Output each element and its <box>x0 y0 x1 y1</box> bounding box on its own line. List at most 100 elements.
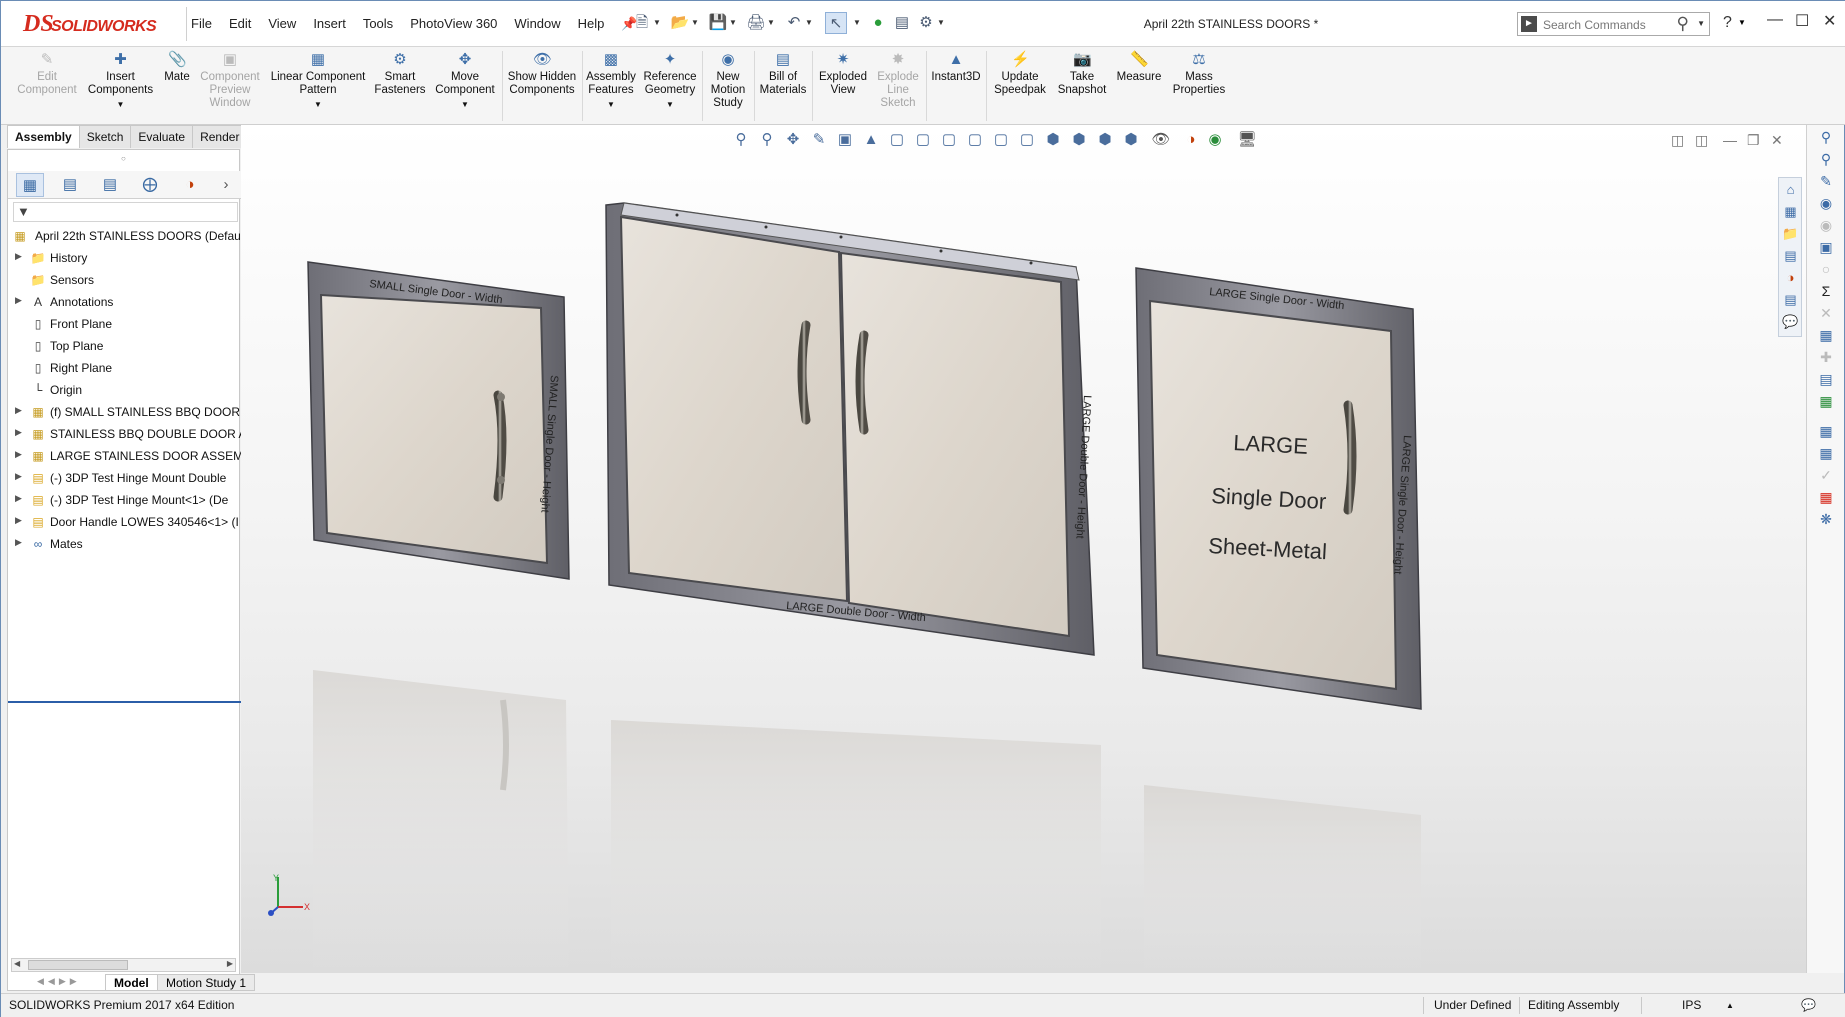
new-document-icon[interactable]: 🗎 <box>631 12 653 34</box>
menu-insert[interactable]: Insert <box>313 16 346 31</box>
tree-item[interactable]: ▶ 📁 History <box>8 247 241 269</box>
expand-arrow-icon[interactable]: ▶ <box>15 295 22 306</box>
update-speedpak-button[interactable]: ⚡ Update Speedpak <box>988 51 1052 97</box>
menu-view[interactable]: View <box>268 16 296 31</box>
expand-arrow-icon[interactable]: ▶ <box>15 251 22 262</box>
tab-assembly[interactable]: Assembly <box>7 125 80 148</box>
tree-item[interactable]: ▶ ▦ (f) SMALL STAINLESS BBQ DOOR A <box>8 401 241 423</box>
tab-evaluate[interactable]: Evaluate <box>130 125 194 148</box>
forum-icon[interactable]: 💬 <box>1781 312 1800 331</box>
small-single-door-model[interactable]: SMALL Single Door - Width SMALL Single D… <box>307 261 570 580</box>
dropdown-arrow-icon[interactable]: ▼ <box>83 98 158 111</box>
assembly-features-button[interactable]: ▩ Assembly Features ▼ <box>584 51 638 111</box>
tree-filter[interactable]: ▼ <box>13 202 238 222</box>
tool-12-icon[interactable]: ▤ <box>1816 369 1836 389</box>
more-tabs-chevron-icon[interactable]: › <box>212 173 240 197</box>
reference-geometry-button[interactable]: ✦ Reference Geometry ▼ <box>640 51 700 111</box>
display-manager-tab-icon[interactable]: ◑ <box>176 173 204 197</box>
show-hidden-components-button[interactable]: 👁 Show Hidden Components <box>504 51 580 97</box>
search-dropdown-icon[interactable]: ▼ <box>1697 19 1705 28</box>
appearances-icon[interactable]: ◑ <box>1781 268 1800 287</box>
tool-17-icon[interactable]: ▦ <box>1816 487 1836 507</box>
search-magnifier-icon[interactable]: ⚲ <box>1677 14 1689 34</box>
open-dropdown-icon[interactable]: ▼ <box>691 18 699 27</box>
help-button[interactable]: ? <box>1723 14 1732 32</box>
expand-arrow-icon[interactable]: ▶ <box>15 427 22 438</box>
select-dropdown-icon[interactable]: ▼ <box>853 18 861 27</box>
design-library-icon[interactable]: ▦ <box>1781 202 1800 221</box>
tool-2-icon[interactable]: ⚲ <box>1816 149 1836 169</box>
linear-pattern-button[interactable]: ▦ Linear Component Pattern ▼ <box>266 51 370 111</box>
select-arrow-icon[interactable]: ↖ <box>825 12 847 34</box>
edit-component-button[interactable]: ✎ Edit Component <box>11 51 83 97</box>
graphics-area[interactable]: ⚲ ⚲ ✥ ✎ ▣ ▲ ▢ ▢ ▢ ▢ ▢ ▢ ⬢ ⬢ ⬢ ⬢ 👁 ◑ ◉ 🖥 … <box>241 125 1806 973</box>
menu-tools[interactable]: Tools <box>363 16 393 31</box>
tree-item[interactable]: ▯ Front Plane <box>8 313 241 335</box>
maximize-icon[interactable]: ☐ <box>1795 11 1809 31</box>
search-commands-box[interactable]: ► Search Commands ⚲ ▼ <box>1517 12 1710 36</box>
dimxpert-manager-tab-icon[interactable]: ⨁ <box>136 173 164 197</box>
tree-item[interactable]: ▯ Top Plane <box>8 335 241 357</box>
view-palette-icon[interactable]: ▤ <box>1781 246 1800 265</box>
expand-arrow-icon[interactable]: ▶ <box>15 537 22 548</box>
bill-of-materials-button[interactable]: ▤ Bill of Materials <box>756 51 810 97</box>
mass-properties-button[interactable]: ⚖ Mass Properties <box>1166 51 1232 97</box>
configuration-manager-tab-icon[interactable]: ▤ <box>96 173 124 197</box>
options-dropdown-icon[interactable]: ▼ <box>937 18 945 27</box>
dropdown-arrow-icon[interactable]: ▼ <box>640 98 700 111</box>
explode-line-sketch-button[interactable]: ✸ Explode Line Sketch <box>872 51 924 110</box>
filter-funnel-icon[interactable]: ▼ <box>17 204 30 219</box>
dropdown-arrow-icon[interactable]: ▼ <box>584 98 638 111</box>
tool-13-icon[interactable]: ▦ <box>1816 391 1836 411</box>
open-folder-icon[interactable]: 📂 <box>669 12 691 34</box>
tool-14-icon[interactable]: ▦ <box>1816 421 1836 441</box>
exploded-view-button[interactable]: ✷ Exploded View <box>814 51 872 97</box>
scroll-left-icon[interactable]: ◀ <box>14 959 20 968</box>
custom-properties-icon[interactable]: ▤ <box>1781 290 1800 309</box>
tree-item[interactable]: ▶ A Annotations <box>8 291 241 313</box>
tree-item[interactable]: ▶ ▦ LARGE STAINLESS DOOR ASSEMB <box>8 445 241 467</box>
menu-help[interactable]: Help <box>578 16 605 31</box>
tree-item[interactable]: ▯ Right Plane <box>8 357 241 379</box>
property-manager-tab-icon[interactable]: ▤ <box>56 173 84 197</box>
tree-item[interactable]: ▶ ▤ (-) 3DP Test Hinge Mount Double <box>8 467 241 489</box>
tree-item[interactable]: ▶ ▤ (-) 3DP Test Hinge Mount<1> (De <box>8 489 241 511</box>
tool-6-icon[interactable]: ▣ <box>1816 237 1836 257</box>
tab-navigation-arrows-icon[interactable]: ◀◀▶▶ <box>37 976 81 987</box>
save-dropdown-icon[interactable]: ▼ <box>729 18 737 27</box>
expand-arrow-icon[interactable]: ▶ <box>15 405 22 416</box>
large-double-door-model[interactable]: LARGE Double Door - Width LARGE Double D… <box>605 202 1095 656</box>
undo-icon[interactable]: ↶ <box>783 12 805 34</box>
rollback-bar[interactable] <box>8 701 241 703</box>
options-gear-icon[interactable]: ⚙ <box>915 12 937 34</box>
file-explorer-icon[interactable]: 📁 <box>1781 224 1800 243</box>
search-tool-icon[interactable]: ⚲ <box>1816 127 1836 147</box>
component-preview-button[interactable]: ▣ Component Preview Window <box>194 51 266 110</box>
expand-arrow-icon[interactable]: ▶ <box>15 493 22 504</box>
tool-7-icon[interactable]: ○ <box>1816 259 1836 279</box>
help-dropdown-icon[interactable]: ▼ <box>1738 18 1746 27</box>
save-icon[interactable]: 💾 <box>707 12 729 34</box>
tool-18-icon[interactable]: ❋ <box>1816 509 1836 529</box>
tool-15-icon[interactable]: ▦ <box>1816 443 1836 463</box>
undo-dropdown-icon[interactable]: ▼ <box>805 18 813 27</box>
expand-arrow-icon[interactable]: ▶ <box>15 515 22 526</box>
tool-4-icon[interactable]: ◉ <box>1816 193 1836 213</box>
print-icon[interactable]: 🖨 <box>745 12 767 34</box>
tab-sketch[interactable]: Sketch <box>78 125 132 148</box>
menu-file[interactable]: File <box>191 16 212 31</box>
move-component-button[interactable]: ✥ Move Component ▼ <box>430 51 500 111</box>
tool-10-icon[interactable]: ▦ <box>1816 325 1836 345</box>
scroll-thumb[interactable] <box>28 960 128 970</box>
menu-window[interactable]: Window <box>514 16 560 31</box>
expand-arrow-icon[interactable]: ▶ <box>15 449 22 460</box>
sigma-icon[interactable]: Σ <box>1816 281 1836 301</box>
rebuild-traffic-light-icon[interactable]: ● <box>867 12 889 34</box>
tab-model[interactable]: Model <box>105 974 158 991</box>
mate-button[interactable]: 📎 Mate <box>160 51 194 84</box>
menu-photoview-360[interactable]: PhotoView 360 <box>410 16 497 31</box>
minimize-icon[interactable]: — <box>1767 11 1783 29</box>
tree-item[interactable]: ▶ ▦ STAINLESS BBQ DOUBLE DOOR A: <box>8 423 241 445</box>
panel-resize-grip[interactable]: ○ <box>121 154 126 163</box>
rebuild-tooltip-icon[interactable]: 💬 <box>1801 998 1816 1012</box>
